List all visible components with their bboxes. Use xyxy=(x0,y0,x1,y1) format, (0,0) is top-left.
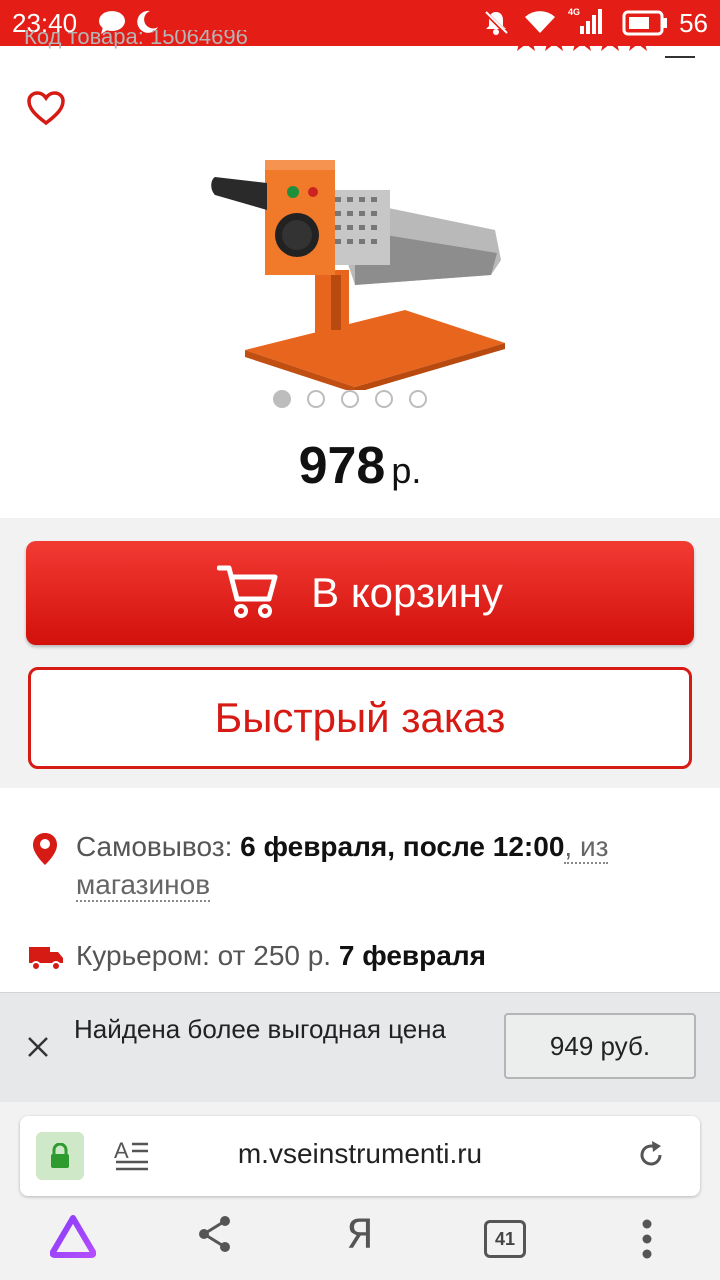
yandex-button[interactable]: Я xyxy=(346,1212,374,1258)
close-icon[interactable] xyxy=(26,1035,50,1064)
quick-order-button[interactable]: Быстрый заказ xyxy=(28,667,692,769)
courier-label: Курьером: от 250 р. xyxy=(76,940,332,971)
url-text[interactable]: m.vseinstrumenti.ru xyxy=(20,1138,700,1170)
pickup-date: 6 февраля, после 12:00 xyxy=(240,831,565,862)
pickup-info: Самовывоз: 6 февраля, после 12:00, из ма… xyxy=(76,828,676,904)
pickup-label: Самовывоз: xyxy=(76,831,233,862)
courier-info: Курьером: от 250 р. 7 февраля xyxy=(76,940,486,972)
carousel-dot-2[interactable] xyxy=(307,390,325,408)
carousel-dot-3[interactable] xyxy=(341,390,359,408)
stores-link[interactable]: магазинов xyxy=(76,869,211,902)
product-image[interactable] xyxy=(205,135,515,393)
notifications-muted-icon xyxy=(482,9,510,42)
carousel-dot-5[interactable] xyxy=(409,390,427,408)
add-to-cart-label: В корзину xyxy=(311,569,503,616)
reload-icon[interactable] xyxy=(636,1140,666,1175)
address-bar[interactable]: A m.vseinstrumenti.ru xyxy=(20,1116,700,1196)
share-icon[interactable] xyxy=(196,1214,234,1259)
location-pin-icon xyxy=(32,832,58,871)
tabs-button[interactable]: 41 xyxy=(484,1220,526,1258)
pickup-from: , из xyxy=(564,831,609,864)
carousel-dot-1[interactable] xyxy=(273,390,291,408)
cart-icon xyxy=(216,563,279,624)
battery-level: 56 xyxy=(679,8,708,38)
courier-truck-icon xyxy=(28,944,64,977)
favorite-heart-icon[interactable] xyxy=(26,90,66,131)
tabs-count: 41 xyxy=(484,1220,526,1258)
product-code: Код товара: 15064696 xyxy=(24,30,248,49)
price-currency: р. xyxy=(391,450,422,491)
rating-stars[interactable] xyxy=(512,36,652,58)
better-price-banner: Найдена более выгодная цена 949 руб. xyxy=(0,992,720,1103)
product-price: 978 р. xyxy=(0,436,720,496)
add-to-cart-button[interactable]: В корзину xyxy=(26,541,694,645)
bottom-nav: Я 41 xyxy=(0,1200,720,1280)
price-value: 978 xyxy=(298,437,386,495)
image-carousel-dots xyxy=(273,390,427,408)
reviews-count-link[interactable] xyxy=(665,40,695,58)
more-menu-icon[interactable] xyxy=(640,1218,654,1265)
better-price-text: Найдена более выгодная цена xyxy=(74,1014,446,1044)
courier-date: 7 февраля xyxy=(338,940,486,971)
network-type: 4G xyxy=(568,7,580,17)
better-price-button[interactable]: 949 руб. xyxy=(504,1013,696,1079)
carousel-dot-4[interactable] xyxy=(375,390,393,408)
alice-assistant-icon[interactable] xyxy=(49,1214,97,1263)
